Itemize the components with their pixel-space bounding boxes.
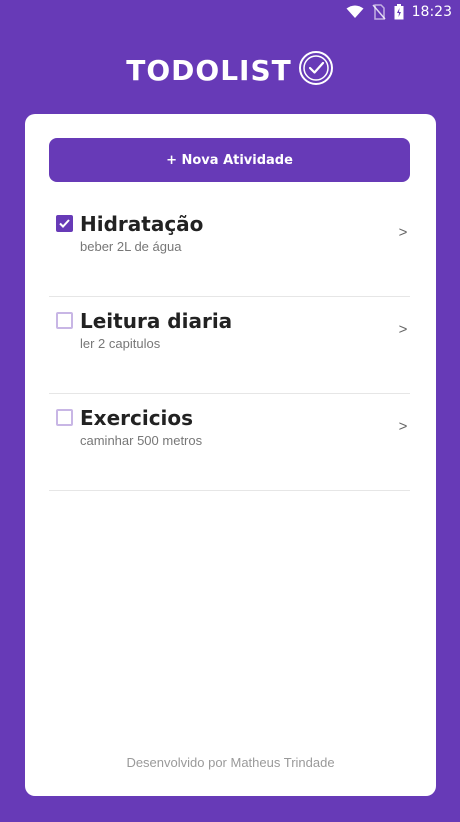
chevron-right-icon[interactable]: >: [396, 321, 410, 338]
check-circle-icon: [298, 50, 334, 91]
task-title: Exercicios: [80, 406, 194, 430]
app-logo: TODOLIST: [0, 50, 460, 90]
task-subtitle: caminhar 500 metros: [80, 433, 203, 448]
task-item[interactable]: Exercicios caminhar 500 metros >: [49, 394, 410, 491]
footer-credit: Desenvolvido por Matheus Trindade: [126, 755, 335, 770]
clock: 18:23: [411, 4, 452, 20]
new-activity-button[interactable]: + Nova Atividade: [49, 138, 410, 182]
status-bar: 18:23: [0, 0, 460, 24]
task-title: Hidratação: [80, 212, 204, 236]
chevron-right-icon[interactable]: >: [396, 418, 410, 435]
task-checkbox[interactable]: [56, 409, 73, 426]
battery-icon: [394, 4, 404, 20]
task-item[interactable]: Hidratação beber 2L de água >: [49, 200, 410, 297]
task-list: Hidratação beber 2L de água > Leitura di…: [49, 200, 410, 491]
logo-text: TODOLIST: [126, 53, 292, 87]
wifi-icon: [346, 5, 364, 19]
task-checkbox[interactable]: [56, 215, 73, 232]
task-subtitle: ler 2 capitulos: [80, 336, 161, 351]
todo-card: + Nova Atividade Hidratação beber 2L de …: [25, 114, 436, 796]
task-item[interactable]: Leitura diaria ler 2 capitulos >: [49, 297, 410, 394]
task-checkbox[interactable]: [56, 312, 73, 329]
task-title: Leitura diaria: [80, 309, 233, 333]
chevron-right-icon[interactable]: >: [396, 224, 410, 241]
task-subtitle: beber 2L de água: [80, 239, 182, 254]
no-sim-icon: [372, 4, 386, 20]
